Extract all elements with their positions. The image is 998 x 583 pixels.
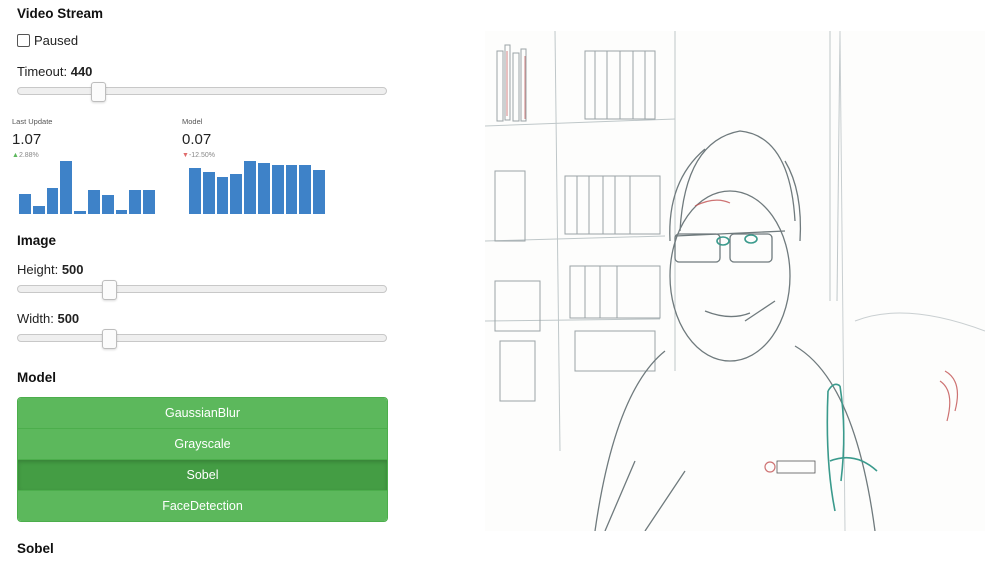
width-label: Width: [17,311,54,326]
model-bar-0 [189,168,201,214]
model-stat-value: 0.07 [182,131,212,148]
paused-checkbox-row[interactable]: Paused [17,33,78,48]
height-slider-thumb[interactable] [102,280,117,300]
sobel-edge-image [485,31,985,531]
model-button-group: GaussianBlur Grayscale Sobel FaceDetecti… [17,397,388,522]
model-option-facedetection[interactable]: FaceDetection [18,491,387,521]
model-stat-delta: ▼-12.50% [182,152,216,159]
model-option-gaussianblur[interactable]: GaussianBlur [18,398,387,429]
model-bar-1 [202,172,215,214]
last-update-label: Last Update [12,117,53,126]
timeout-slider-thumb[interactable] [90,82,106,102]
width-label-row: Width: 500 [17,311,79,326]
paused-label: Paused [34,33,79,48]
width-slider-track[interactable] [17,334,387,342]
timeout-label-row: Timeout: 440 [17,64,92,79]
width-value: 500 [57,311,80,326]
image-title: Image [17,233,57,248]
sobel-section-title: Sobel [17,541,54,556]
last-update-bar-2 [46,188,59,214]
height-value: 500 [61,262,84,277]
last-update-bar-4 [74,211,86,214]
timeout-slider-track[interactable] [17,87,387,95]
up-arrow-icon: ▲ [12,152,19,159]
last-update-delta: ▲2.88% [12,152,39,159]
last-update-bar-8 [129,189,142,214]
model-bar-5 [258,163,270,214]
last-update-bar-0 [19,193,31,214]
width-slider-thumb[interactable] [102,329,117,349]
model-bar-3 [230,174,243,214]
timeout-label: Timeout: [17,64,68,79]
last-update-value: 1.07 [12,131,42,148]
video-frame [485,31,985,531]
last-update-bar-9 [143,190,155,214]
last-update-sparkline [19,160,157,214]
model-bar-7 [285,165,298,214]
model-sparkline [189,160,327,214]
model-bar-4 [244,161,256,214]
model-bar-8 [299,165,312,214]
paused-checkbox[interactable] [17,34,30,47]
model-option-grayscale[interactable]: Grayscale [18,429,387,460]
down-arrow-icon: ▼ [182,152,189,159]
timeout-value: 440 [70,64,93,79]
model-bar-2 [216,176,229,214]
video-stream-title: Video Stream [17,6,104,21]
height-label-row: Height: 500 [17,262,84,277]
model-bar-6 [271,165,284,214]
height-slider-track[interactable] [17,285,387,293]
last-update-bar-7 [115,209,128,214]
height-label: Height: [17,262,59,277]
model-title: Model [17,370,56,385]
model-bar-9 [313,170,325,214]
last-update-bar-6 [101,195,114,214]
last-update-bar-5 [88,190,100,214]
last-update-bar-3 [60,161,73,214]
model-option-sobel[interactable]: Sobel [18,460,387,491]
model-stat-label: Model [182,117,203,126]
last-update-bar-1 [32,205,45,214]
